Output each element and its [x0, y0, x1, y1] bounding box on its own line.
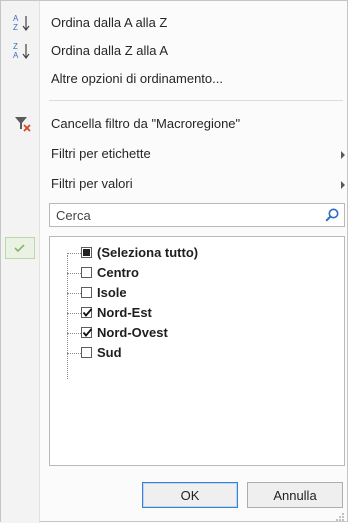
search-icon[interactable]	[324, 207, 340, 223]
menu-more-sort-options-label: Altre opzioni di ordinamento...	[51, 71, 223, 86]
item-checkbox[interactable]	[81, 327, 93, 338]
list-item-label: (Seleziona tutto)	[97, 245, 199, 260]
sort-z-to-a-icon: Z A	[11, 41, 35, 61]
list-item[interactable]: Isole	[50, 283, 310, 303]
list-item-label: Nord-Est	[97, 305, 152, 320]
menu-sort-z-to-a-label: Ordina dalla Z alla A	[51, 43, 169, 58]
item-checkbox[interactable]	[81, 267, 92, 278]
select-all-checkbox[interactable]	[81, 247, 92, 258]
menu-separator	[49, 100, 343, 101]
item-checkbox[interactable]	[81, 307, 93, 318]
menu-more-sort-options[interactable]: Altre opzioni di ordinamento...	[1, 67, 349, 91]
menu-value-filters[interactable]: Filtri per valori	[1, 172, 349, 196]
menu-value-filters-label: Filtri per valori	[51, 176, 133, 191]
applied-filter-indicator	[5, 237, 35, 259]
menu-clear-filter-label: Cancella filtro da "Macroregione"	[51, 116, 241, 131]
item-checkbox[interactable]	[81, 287, 92, 298]
submenu-arrow-icon	[341, 151, 345, 159]
resize-grip-icon[interactable]	[335, 509, 345, 521]
list-item-label: Sud	[97, 345, 122, 360]
checkmark-icon	[14, 244, 25, 253]
menu-label-filters-label: Filtri per etichette	[51, 146, 151, 161]
list-item-label: Isole	[97, 285, 127, 300]
menu-sort-a-to-z-label: Ordina dalla A alla Z	[51, 15, 168, 30]
search-input[interactable]	[56, 206, 316, 224]
filter-values-list[interactable]: (Seleziona tutto) Centro Isole Nord-Est	[49, 236, 345, 466]
menu-clear-filter[interactable]: Cancella filtro da "Macroregione"	[1, 112, 349, 136]
checkmark-icon	[82, 328, 93, 337]
submenu-arrow-icon	[341, 181, 345, 189]
list-item[interactable]: Centro	[50, 263, 310, 283]
list-item-label: Centro	[97, 265, 139, 280]
svg-text:A: A	[13, 51, 19, 60]
cancel-button[interactable]: Annulla	[247, 482, 343, 508]
search-box[interactable]	[49, 203, 345, 227]
list-item[interactable]: Sud	[50, 343, 310, 363]
svg-text:Z: Z	[13, 42, 18, 51]
ok-button[interactable]: OK	[142, 482, 238, 508]
list-item-select-all[interactable]: (Seleziona tutto)	[50, 243, 310, 263]
svg-text:A: A	[13, 14, 19, 23]
filter-dropdown-panel: A Z Ordina dalla A alla Z Z A Ordina dal…	[0, 0, 349, 523]
sort-a-to-z-icon: A Z	[11, 13, 35, 33]
svg-text:Z: Z	[13, 23, 18, 32]
list-item[interactable]: Nord-Ovest	[50, 323, 310, 343]
menu-sort-a-to-z[interactable]: A Z Ordina dalla A alla Z	[1, 11, 349, 35]
list-item[interactable]: Nord-Est	[50, 303, 310, 323]
menu-sort-z-to-a[interactable]: Z A Ordina dalla Z alla A	[1, 39, 349, 63]
clear-filter-icon	[11, 114, 35, 134]
checkmark-icon	[82, 308, 93, 317]
list-item-label: Nord-Ovest	[97, 325, 168, 340]
item-checkbox[interactable]	[81, 347, 92, 358]
menu-label-filters[interactable]: Filtri per etichette	[1, 142, 349, 166]
